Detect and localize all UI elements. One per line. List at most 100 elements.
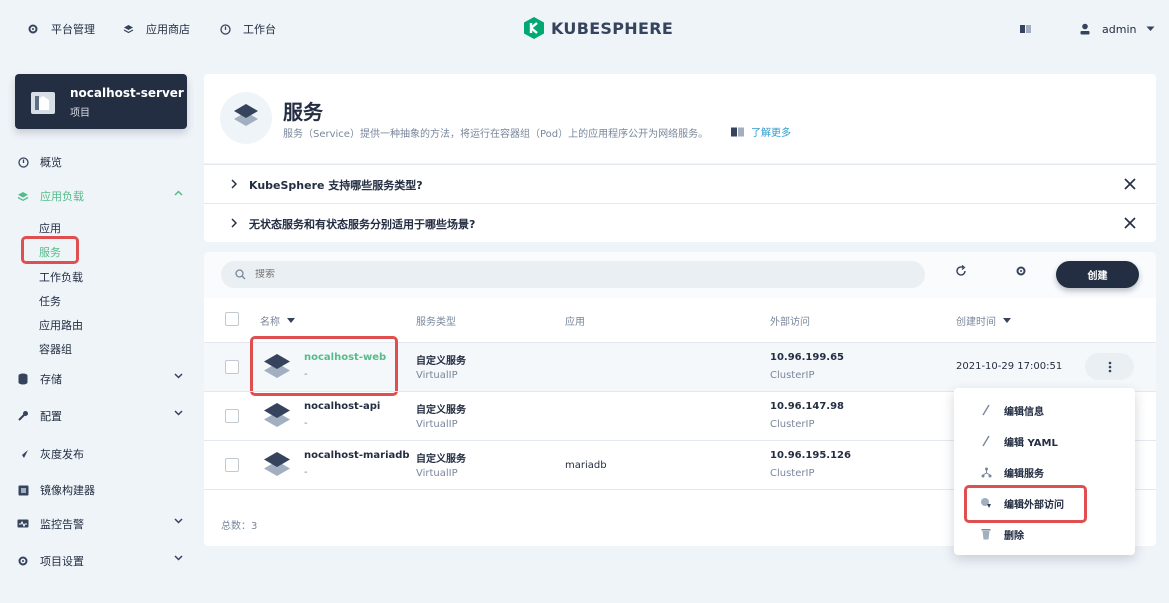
service-icon	[220, 92, 272, 144]
page-title: 服务	[283, 100, 323, 124]
app-store-icon	[123, 24, 134, 33]
menu-edit-service[interactable]: 编辑服务	[978, 464, 1118, 480]
menu-edit-yaml[interactable]: 编辑 YAML	[978, 433, 1118, 449]
project-type: 项目	[70, 108, 90, 119]
learn-more-link[interactable]: 了解更多	[731, 124, 791, 139]
column-header-type: 服务类型	[416, 317, 456, 328]
create-button[interactable]: 创建	[1056, 261, 1139, 288]
topology-icon	[978, 467, 994, 478]
trash-icon	[978, 528, 994, 540]
nav-platform-management[interactable]: 平台管理	[27, 20, 95, 38]
layers-icon	[17, 190, 29, 202]
sidebar-item-monitoring[interactable]: 监控告警	[17, 516, 187, 532]
column-header-label: 创建时间	[956, 317, 996, 328]
sidebar-label: 配置	[40, 410, 62, 423]
service-type: 自定义服务	[416, 405, 466, 416]
sidebar-item-workloads[interactable]: 应用负载	[17, 188, 187, 204]
sidebar-label: 应用负载	[40, 190, 84, 203]
kubesphere-logo[interactable]: KUBESPHERE	[523, 16, 673, 40]
menu-edit-info[interactable]: 编辑信息	[978, 402, 1118, 418]
service-desc: -	[304, 369, 308, 380]
caret-down-icon	[287, 318, 295, 323]
caret-down-icon	[1003, 318, 1011, 323]
total-count: 总数：3	[221, 521, 258, 532]
menu-delete[interactable]: 删除	[978, 526, 1118, 542]
sidebar-sub-jobs[interactable]: 任务	[39, 293, 61, 308]
menu-edit-external-access[interactable]: 编辑外部访问	[978, 495, 1118, 511]
service-name-link[interactable]: nocalhost-mariadb	[304, 450, 410, 461]
monitor-icon	[17, 518, 29, 530]
refresh-icon[interactable]	[955, 265, 967, 277]
sidebar-item-overview[interactable]: 概览	[17, 154, 187, 170]
service-icon	[264, 354, 290, 378]
menu-label: 编辑信息	[1004, 406, 1044, 418]
menu-label: 删除	[1004, 530, 1024, 542]
top-bar: 平台管理 应用商店 工作台 KUBESPHERE admin	[0, 0, 1169, 58]
column-header-external: 外部访问	[770, 317, 810, 328]
sidebar-sub-pods[interactable]: 容器组	[39, 341, 72, 356]
page-description: 服务（Service）提供一种抽象的方法，将运行在容器组（Pod）上的应用程序公…	[283, 129, 709, 140]
row-checkbox[interactable]	[225, 360, 239, 374]
nav-app-store-label: 应用商店	[146, 23, 190, 36]
service-subtype: VirtualIP	[416, 468, 458, 479]
chevron-right-icon	[231, 179, 237, 189]
nav-platform-label: 平台管理	[51, 23, 95, 36]
faq-question: 无状态服务和有状态服务分别适用于哪些场景?	[249, 218, 476, 231]
faq-question: KubeSphere 支持哪些服务类型?	[249, 179, 423, 192]
row-checkbox[interactable]	[225, 409, 239, 423]
user-icon	[1080, 23, 1090, 35]
sidebar-item-grayscale[interactable]: 灰度发布	[17, 446, 187, 462]
more-actions-button[interactable]	[1085, 353, 1134, 380]
select-all-checkbox[interactable]	[225, 312, 239, 326]
sidebar-item-settings[interactable]: 项目设置	[17, 553, 187, 569]
sidebar-sub-services[interactable]: 服务	[39, 244, 61, 259]
row-checkbox[interactable]	[225, 458, 239, 472]
docs-button[interactable]	[1020, 20, 1044, 38]
column-header-app: 应用	[565, 317, 585, 328]
service-name-link[interactable]: nocalhost-api	[304, 401, 380, 412]
nav-workbench[interactable]: 工作台	[220, 20, 276, 38]
nav-workbench-label: 工作台	[243, 23, 276, 36]
book-icon	[731, 127, 744, 136]
project-card[interactable]: nocalhost-server 项目	[15, 74, 187, 129]
sidebar-label: 镜像构建器	[40, 484, 95, 497]
sidebar-item-storage[interactable]: 存储	[17, 371, 187, 387]
faq-item-service-types[interactable]: KubeSphere 支持哪些服务类型?	[204, 164, 1156, 203]
faq-item-stateful[interactable]: 无状态服务和有状态服务分别适用于哪些场景?	[204, 203, 1156, 242]
close-icon[interactable]	[1124, 217, 1136, 229]
search-bar[interactable]	[221, 261, 925, 288]
sidebar-sub-workloads[interactable]: 工作负载	[39, 269, 83, 284]
service-desc: -	[304, 467, 308, 478]
column-header-label: 名称	[260, 317, 280, 328]
sidebar-sub-apps[interactable]: 应用	[39, 220, 61, 235]
sidebar-item-config[interactable]: 配置	[17, 408, 187, 424]
sidebar-label: 存储	[40, 373, 62, 386]
pencil-icon	[978, 435, 994, 447]
search-input[interactable]	[255, 269, 855, 280]
sidebar-label: 监控告警	[40, 518, 84, 531]
sidebar-label: 灰度发布	[40, 448, 84, 461]
menu-label: 编辑 YAML	[1004, 437, 1058, 449]
project-icon	[31, 92, 55, 114]
close-icon[interactable]	[1124, 178, 1136, 190]
sidebar-sub-routes[interactable]: 应用路由	[39, 317, 83, 332]
ip-type: ClusterIP	[770, 419, 815, 430]
gear-icon[interactable]	[1015, 265, 1027, 277]
more-vertical-icon	[1108, 361, 1111, 372]
pencil-icon	[978, 404, 994, 416]
sidebar-item-image-builder[interactable]: 镜像构建器	[17, 482, 187, 498]
user-menu[interactable]: admin	[1080, 20, 1155, 38]
created-time: 2021-10-29 17:00:51	[956, 361, 1063, 372]
cluster-ip: 10.96.199.65	[770, 352, 845, 363]
project-name: nocalhost-server	[70, 86, 184, 100]
service-name-link[interactable]: nocalhost-web	[304, 352, 386, 363]
service-desc: -	[304, 418, 308, 429]
sidebar-label: 概览	[40, 156, 62, 169]
column-header-created[interactable]: 创建时间	[956, 313, 1011, 328]
nav-app-store[interactable]: 应用商店	[123, 20, 190, 38]
service-type: 自定义服务	[416, 356, 466, 367]
column-header-name[interactable]: 名称	[260, 313, 295, 328]
page-header	[204, 74, 1156, 163]
cluster-ip: 10.96.195.126	[770, 450, 851, 461]
book-icon	[1020, 25, 1031, 33]
